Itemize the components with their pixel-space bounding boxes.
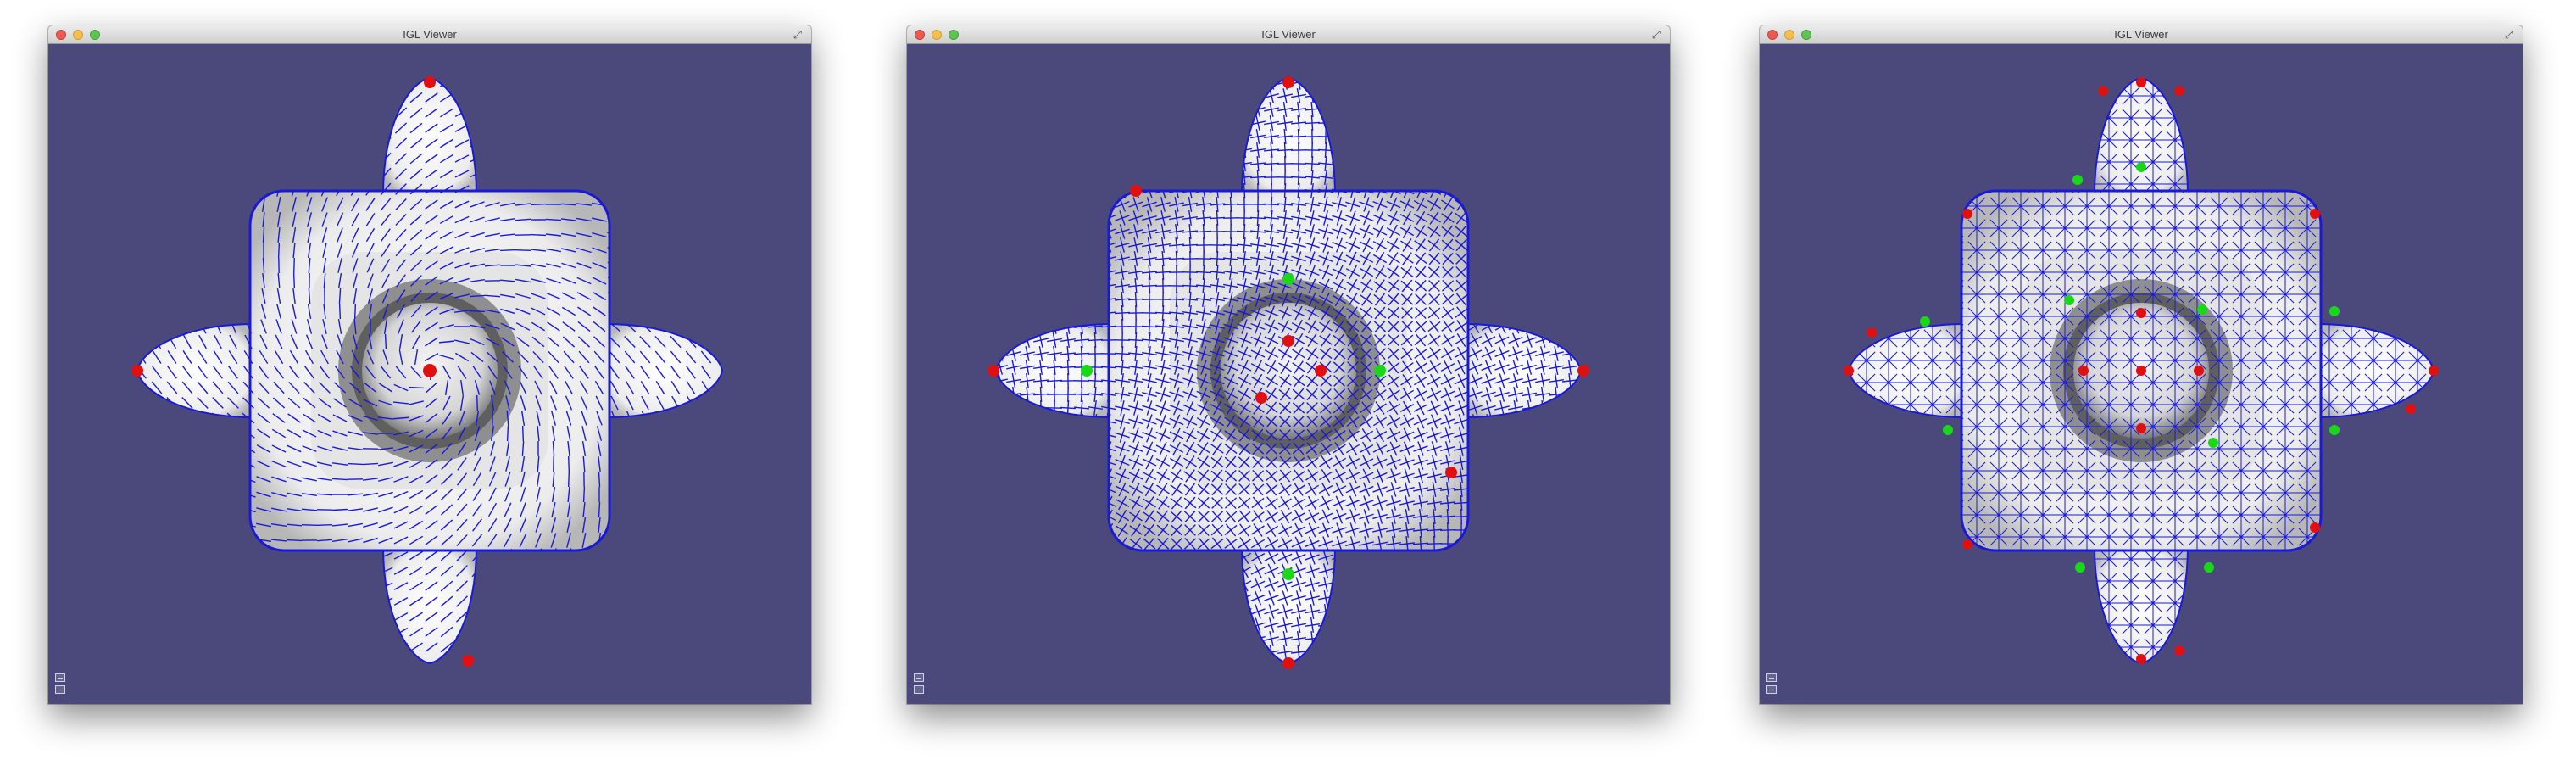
singularity-red xyxy=(131,365,143,377)
viewer-options-icon[interactable] xyxy=(55,685,65,694)
singularity-green xyxy=(1081,365,1093,377)
singularity-red xyxy=(2136,654,2146,664)
viewer-canvas[interactable] xyxy=(907,44,1670,704)
singularity-red xyxy=(2174,645,2184,656)
window-title: IGL Viewer xyxy=(2114,28,2168,41)
singularity-green xyxy=(2072,175,2083,185)
title-bar[interactable]: IGL Viewer ⤢ xyxy=(48,25,811,44)
singularity-green xyxy=(1943,425,1953,435)
singularity-red xyxy=(1315,365,1327,377)
viewer-menu-icon[interactable] xyxy=(914,673,924,682)
singularity-red xyxy=(2136,423,2146,433)
singularity-green xyxy=(2329,306,2340,316)
singularity-red xyxy=(2136,77,2146,87)
singularity-red xyxy=(2136,366,2146,376)
singularity-red xyxy=(2136,308,2146,318)
singularity-red xyxy=(2174,86,2184,96)
singularity-green xyxy=(2208,438,2218,448)
fullscreen-icon[interactable]: ⤢ xyxy=(1650,28,1663,42)
singularity-red xyxy=(1867,327,1877,338)
singularity-green xyxy=(1282,568,1294,580)
singularity-red xyxy=(2310,522,2320,533)
singularity-red xyxy=(423,364,437,377)
singularity-green xyxy=(2064,295,2074,305)
singularity-red xyxy=(1130,185,1142,197)
singularity-green xyxy=(2136,162,2146,172)
singularity-red xyxy=(2310,209,2320,219)
singularity-red xyxy=(462,655,474,667)
singularity-red xyxy=(424,76,436,88)
fullscreen-icon[interactable]: ⤢ xyxy=(791,28,804,42)
igl-viewer-window-3: IGL Viewer ⤢ xyxy=(1760,25,2523,704)
title-bar[interactable]: IGL Viewer ⤢ xyxy=(1760,25,2523,44)
mesh-render xyxy=(131,76,724,667)
singularity-red xyxy=(1282,657,1294,669)
singularity-red xyxy=(988,365,999,377)
viewer-canvas[interactable] xyxy=(1760,44,2523,704)
igl-viewer-window-1: IGL Viewer ⤢ xyxy=(48,25,811,704)
window-title: IGL Viewer xyxy=(403,28,457,41)
field-lines xyxy=(1849,78,2430,660)
singularity-green xyxy=(1920,316,1930,327)
singularity-red xyxy=(1282,335,1294,347)
viewer-menu-icon[interactable] xyxy=(55,673,65,682)
singularity-red xyxy=(2078,366,2089,376)
title-bar[interactable]: IGL Viewer ⤢ xyxy=(907,25,1670,44)
singularity-green xyxy=(2204,562,2214,573)
singularity-red xyxy=(1255,392,1267,404)
singularity-green xyxy=(2197,304,2207,315)
singularity-green xyxy=(1282,273,1294,285)
fullscreen-icon[interactable]: ⤢ xyxy=(2502,28,2516,42)
window-title: IGL Viewer xyxy=(1261,28,1316,41)
viewer-options-icon[interactable] xyxy=(914,685,924,694)
viewer-options-icon[interactable] xyxy=(1766,685,1777,694)
singularity-red xyxy=(2098,86,2108,96)
singularity-red xyxy=(2429,366,2439,376)
viewer-menu-icon[interactable] xyxy=(1766,673,1777,682)
singularity-red xyxy=(1445,467,1457,478)
singularity-green xyxy=(2075,562,2085,573)
viewer-canvas[interactable] xyxy=(48,44,811,704)
singularity-red xyxy=(1962,539,1972,550)
mesh-render xyxy=(1844,76,2439,665)
singularity-red xyxy=(1962,209,1972,219)
singularity-green xyxy=(1374,365,1386,377)
singularity-red xyxy=(1577,365,1589,377)
mesh-render xyxy=(988,76,1589,669)
igl-viewer-window-2: IGL Viewer ⤢ xyxy=(907,25,1670,704)
singularity-green xyxy=(2329,425,2340,435)
singularity-red xyxy=(1844,366,1854,376)
singularity-red xyxy=(2194,366,2204,376)
singularity-red xyxy=(1282,76,1294,88)
singularity-red xyxy=(2406,404,2416,414)
